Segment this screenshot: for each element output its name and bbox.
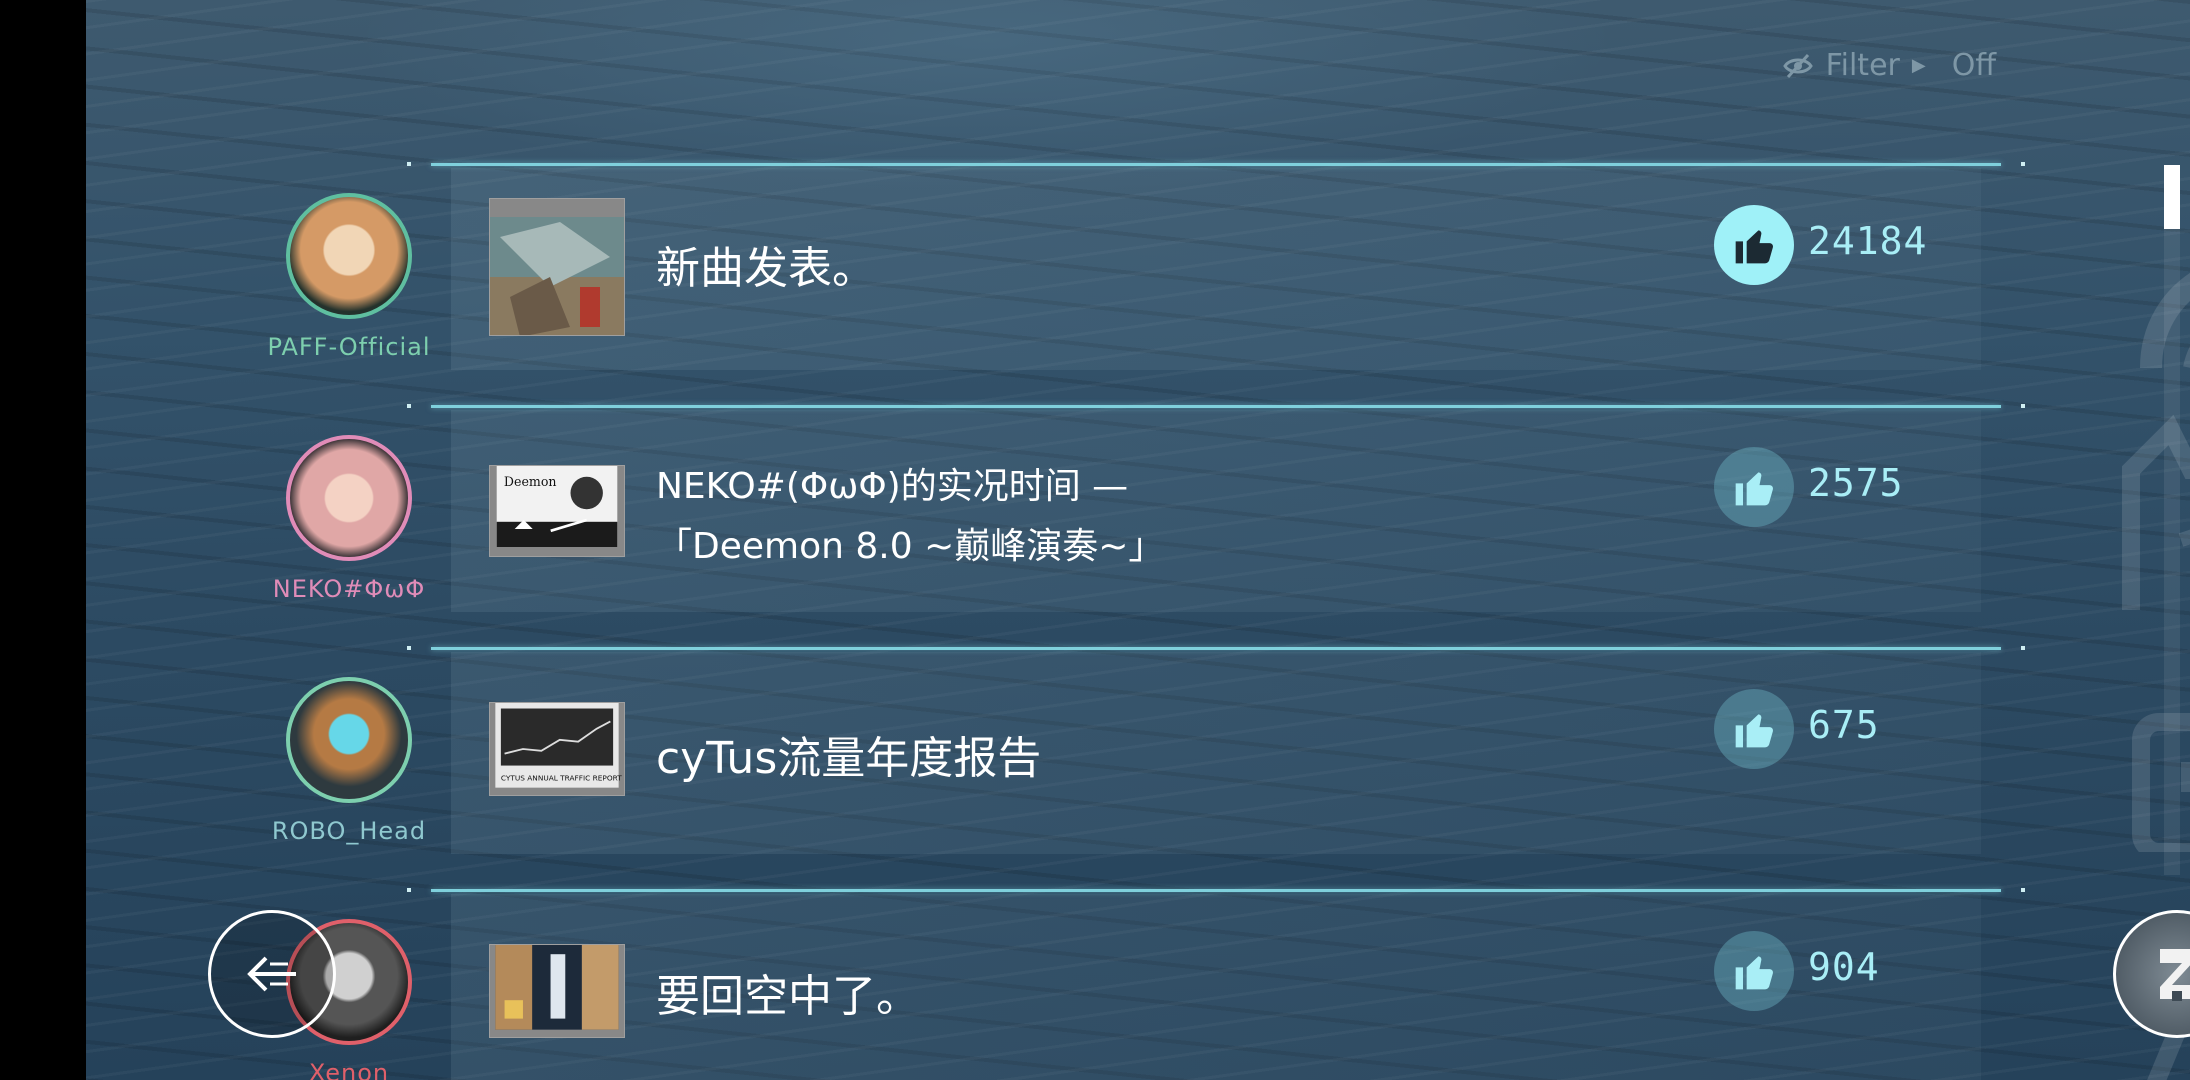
like-button[interactable] [1714, 689, 1794, 769]
post-feed: PAFF-Official 新曲发表。 24184 NEKO#ΦωΦ Deemo… [86, 0, 2190, 1080]
thumb-caption: CYTUS ANNUAL TRAFFIC REPORT [501, 773, 622, 782]
author-name[interactable]: PAFF-Official [246, 333, 452, 361]
thumbs-up-icon [1735, 956, 1773, 990]
avatar[interactable] [286, 435, 412, 561]
cytus-logo-icon [2160, 949, 2190, 1001]
post-divider [407, 162, 2025, 166]
post-item[interactable]: ROBO_Head CYTUS ANNUAL TRAFFIC REPORT cy… [86, 646, 2190, 887]
app-background: Filter ▶ Off PAFF-Official 新曲发表。 24184 N… [86, 0, 2190, 1080]
post-title[interactable]: cyTus流量年度报告 [656, 731, 1041, 787]
post-thumbnail [489, 944, 625, 1038]
post-thumbnail: CYTUS ANNUAL TRAFFIC REPORT [489, 702, 625, 796]
post-title[interactable]: 要回空中了。 [656, 969, 920, 1025]
post-thumbnail: Deemon [489, 465, 625, 557]
post-divider [407, 646, 2025, 650]
post-title-line: NEKO#(ΦωΦ)的实况时间 — [656, 466, 1129, 507]
thumbs-up-icon [1735, 472, 1773, 506]
like-count: 2575 [1808, 461, 1904, 505]
thumbs-up-icon [1735, 714, 1773, 748]
author-name[interactable]: NEKO#ΦωΦ [246, 575, 452, 603]
like-button[interactable] [1714, 931, 1794, 1011]
scrollbar-thumb[interactable] [2164, 165, 2180, 229]
like-button[interactable] [1714, 447, 1794, 527]
post-title[interactable]: 新曲发表。 [656, 241, 876, 297]
post-item[interactable]: Xenon 要回空中了。 904 [86, 888, 2190, 1080]
post-title-line: cyTus流量年度报告 [656, 733, 1042, 784]
post-item[interactable]: PAFF-Official 新曲发表。 24184 [86, 162, 2190, 403]
post-thumbnail [489, 198, 625, 336]
post-item[interactable]: NEKO#ΦωΦ Deemon NEKO#(ΦωΦ)的实况时间 — 「Deemo… [86, 404, 2190, 645]
post-title-line: 新曲发表。 [656, 243, 876, 294]
back-arrow-icon [247, 956, 296, 992]
author-name[interactable]: ROBO_Head [246, 817, 452, 845]
post-title-line: 要回空中了。 [656, 971, 920, 1022]
back-button[interactable] [208, 910, 336, 1038]
like-count: 24184 [1808, 219, 1928, 263]
avatar[interactable] [286, 193, 412, 319]
post-divider [407, 404, 2025, 408]
post-title-line: 「Deemon 8.0 ~巅峰演奏~」 [656, 526, 1165, 567]
thumb-caption: Deemon [504, 474, 557, 489]
thumbs-up-icon [1735, 230, 1773, 264]
like-count: 675 [1808, 703, 1880, 747]
post-title[interactable]: NEKO#(ΦωΦ)的实况时间 — 「Deemon 8.0 ~巅峰演奏~」 [656, 457, 1164, 577]
author-name[interactable]: Xenon [246, 1059, 452, 1080]
avatar[interactable] [286, 677, 412, 803]
post-divider [407, 888, 2025, 892]
like-count: 904 [1808, 945, 1880, 989]
scrollbar[interactable] [2164, 165, 2180, 875]
like-button[interactable] [1714, 205, 1794, 285]
